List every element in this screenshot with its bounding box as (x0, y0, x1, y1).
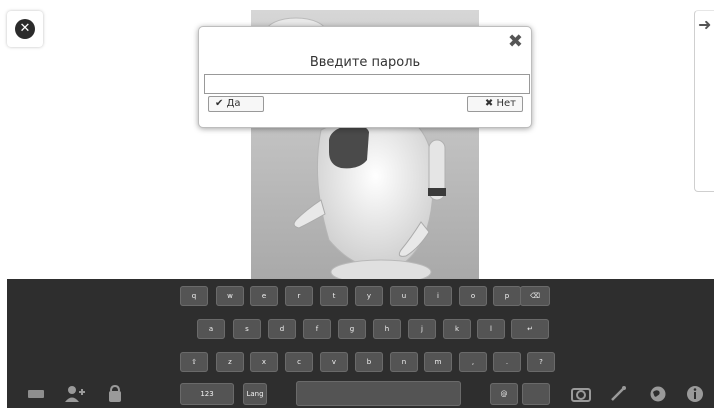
password-dialog: ✖ Введите пароль ✔ Да ✖ Нет (198, 26, 532, 128)
key-row1-10[interactable]: ⌫ (520, 286, 550, 306)
magic-wand-icon[interactable] (607, 385, 629, 403)
dialog-close-icon[interactable]: ✖ (508, 31, 523, 52)
key-row2-6[interactable]: j (408, 319, 436, 339)
globe-icon[interactable] (647, 385, 669, 403)
camera-icon[interactable] (570, 385, 592, 403)
key-row3-10[interactable]: ? (527, 352, 555, 372)
key-row3-6[interactable]: n (390, 352, 418, 372)
add-user-icon[interactable] (64, 385, 86, 403)
password-input[interactable] (204, 74, 530, 94)
no-label: Нет (496, 98, 517, 109)
key-row1-8[interactable]: o (459, 286, 487, 306)
no-button[interactable]: ✖ Нет (467, 96, 523, 112)
key-row1-5[interactable]: y (355, 286, 383, 306)
key-row2-3[interactable]: f (303, 319, 331, 339)
key-row2-0[interactable]: a (197, 319, 225, 339)
key-row1-6[interactable]: u (390, 286, 418, 306)
key-row3-5[interactable]: b (355, 352, 383, 372)
key-at[interactable]: @ (490, 383, 518, 405)
key-row2-9[interactable]: ↵ (511, 319, 549, 339)
key-row3-8[interactable]: , (459, 352, 487, 372)
check-icon: ✔ (215, 98, 224, 109)
key-123[interactable]: 123 (180, 383, 234, 405)
info-icon[interactable] (684, 385, 706, 403)
right-side-panel[interactable]: ➜ (694, 10, 714, 192)
yes-button[interactable]: ✔ Да (208, 96, 264, 112)
key-row2-1[interactable]: s (233, 319, 261, 339)
key-row3-9[interactable]: . (493, 352, 521, 372)
arrow-left-icon[interactable]: ➜ (698, 15, 711, 34)
key-row2-4[interactable]: g (338, 319, 366, 339)
key-row1-2[interactable]: e (250, 286, 278, 306)
key-hide-keyboard[interactable] (522, 383, 550, 405)
key-row3-7[interactable]: m (424, 352, 452, 372)
lock-robot-icon[interactable] (104, 385, 126, 403)
minus-icon[interactable] (25, 385, 47, 403)
key-row2-8[interactable]: l (477, 319, 505, 339)
key-row1-1[interactable]: w (216, 286, 244, 306)
key-row1-9[interactable]: p (493, 286, 521, 306)
key-row3-1[interactable]: z (216, 352, 244, 372)
key-row1-3[interactable]: r (285, 286, 313, 306)
key-row2-7[interactable]: k (443, 319, 471, 339)
key-space[interactable] (296, 381, 461, 406)
key-row1-4[interactable]: t (320, 286, 348, 306)
key-row1-7[interactable]: i (424, 286, 452, 306)
key-row3-3[interactable]: c (285, 352, 313, 372)
key-row2-2[interactable]: d (268, 319, 296, 339)
key-lang[interactable]: Lang (243, 383, 267, 405)
key-row2-5[interactable]: h (373, 319, 401, 339)
close-button[interactable]: ✕ (7, 11, 43, 47)
key-row3-2[interactable]: x (250, 352, 278, 372)
yes-label: Да (226, 98, 241, 109)
x-icon: ✖ (484, 98, 494, 109)
key-row3-4[interactable]: v (320, 352, 348, 372)
dialog-title: Введите пароль (309, 55, 421, 70)
key-row1-0[interactable]: q (180, 286, 208, 306)
close-circle-icon: ✕ (15, 19, 35, 39)
key-row3-0[interactable]: ⇧ (180, 352, 208, 372)
